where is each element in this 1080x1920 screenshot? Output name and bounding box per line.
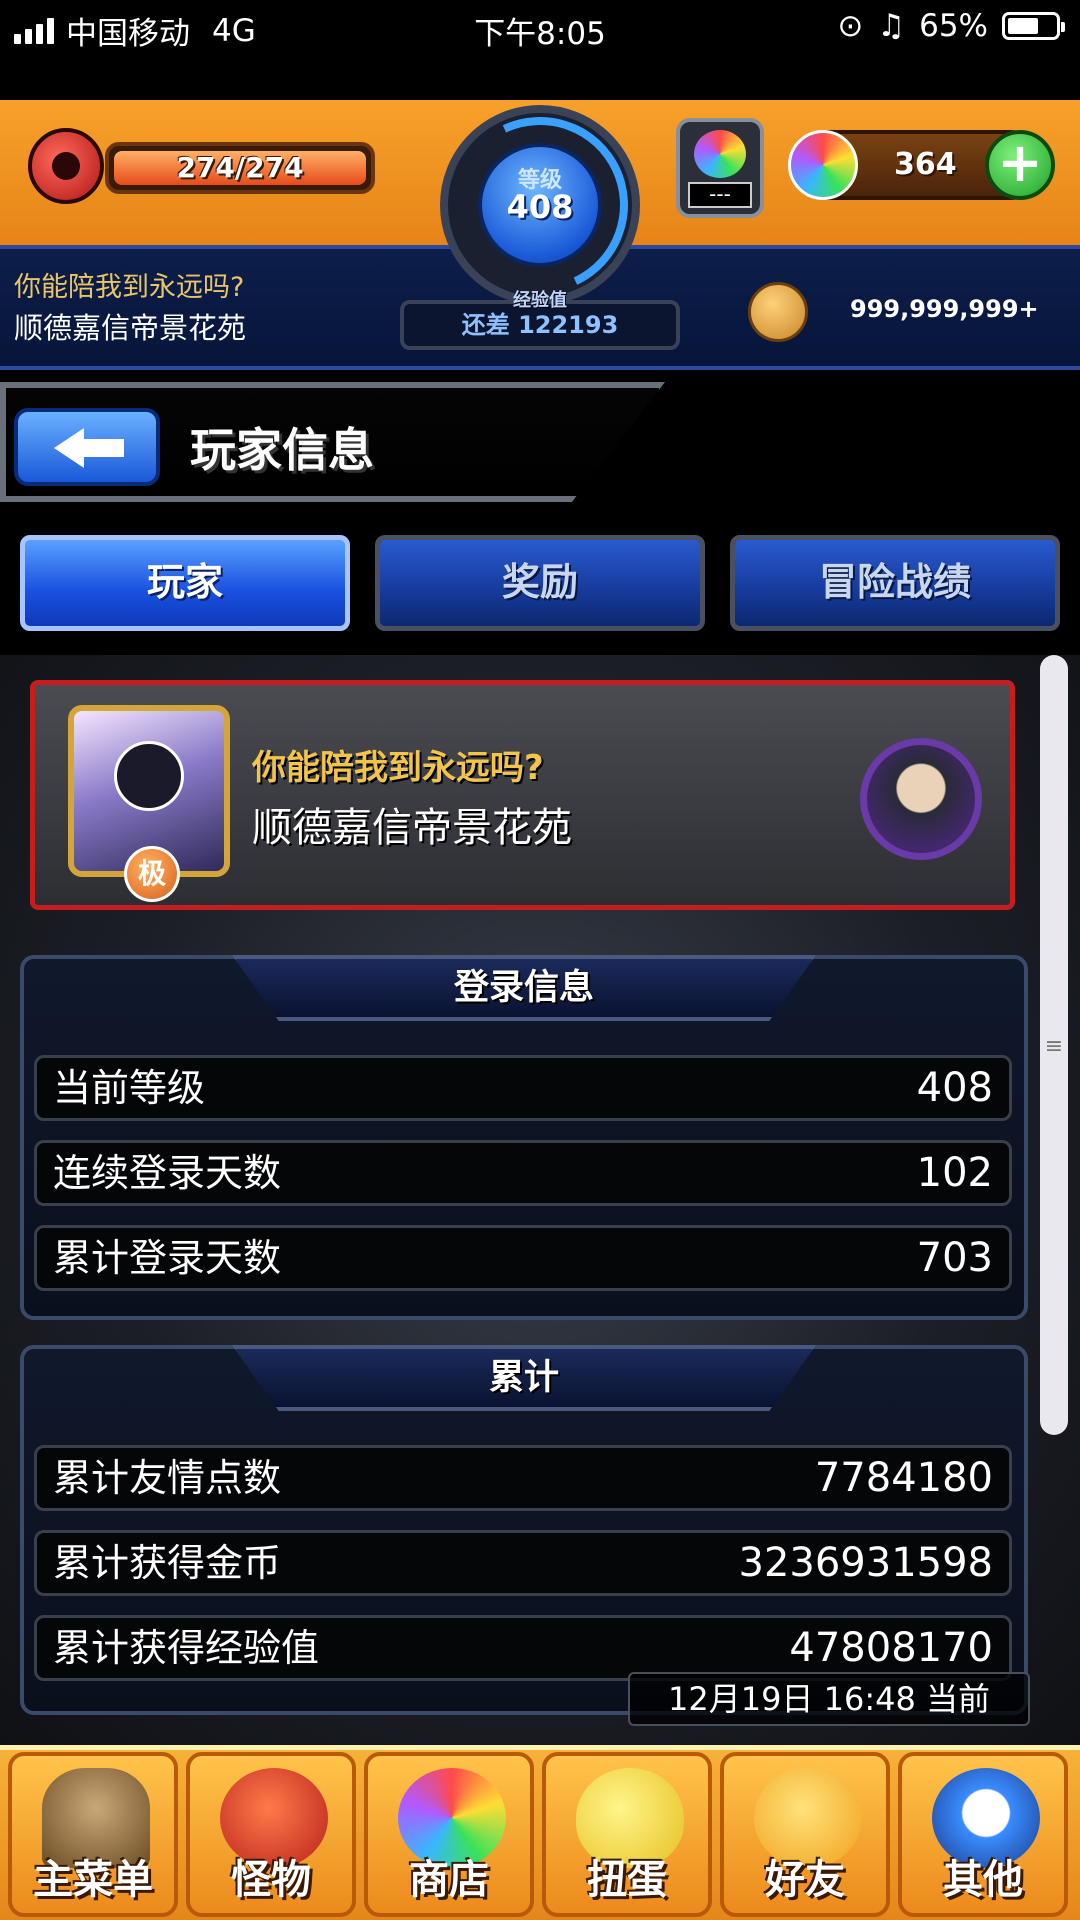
status-right: ⊙ ♫ 65% <box>837 8 1065 44</box>
orb-slot[interactable]: --- <box>676 118 764 218</box>
nav-label: 其他 <box>943 1857 1023 1903</box>
hud-player-name: 顺德嘉信帝景花苑 <box>14 311 247 345</box>
favorite-character-portrait[interactable] <box>860 738 982 860</box>
stat-value: 102 <box>916 1150 993 1196</box>
timestamp: 12月19日 16:48 当前 <box>628 1672 1030 1726</box>
totals-title: 累计 <box>232 1345 816 1411</box>
exp-label: 经验值 <box>513 290 567 311</box>
stat-value: 703 <box>916 1235 993 1281</box>
exp-box: 经验值 还差 122193 <box>400 290 680 350</box>
player-name: 顺德嘉信帝景花苑 <box>252 805 572 851</box>
rainbow-orb-icon <box>694 130 746 178</box>
scroll-handle[interactable]: ≡ <box>1044 1022 1064 1072</box>
nav-label: 好友 <box>765 1857 845 1903</box>
buy-orbs-button[interactable]: + <box>985 130 1055 200</box>
nav-other[interactable]: 其他 <box>898 1752 1068 1917</box>
stat-label: 累计获得经验值 <box>53 1626 320 1670</box>
stat-row: 连续登录天数 102 <box>34 1140 1012 1206</box>
stat-label: 连续登录天数 <box>53 1151 282 1195</box>
stat-value: 47808170 <box>789 1625 993 1671</box>
orb-icon <box>788 130 858 200</box>
stat-value: 7784180 <box>814 1455 993 1501</box>
page-title: 玩家信息 <box>190 423 374 477</box>
stamina-icon <box>28 128 104 204</box>
nav-label: 扭蛋 <box>587 1857 667 1903</box>
stat-row: 累计登录天数 703 <box>34 1225 1012 1291</box>
nav-label: 商店 <box>409 1857 489 1903</box>
stamina-bar[interactable]: 274/274 <box>105 142 375 194</box>
stat-label: 累计友情点数 <box>53 1456 282 1500</box>
coin-icon <box>748 282 808 342</box>
nav-label: 怪物 <box>231 1857 311 1903</box>
stat-row: 累计获得金币 3236931598 <box>34 1530 1012 1596</box>
battery-text: 65% <box>919 8 988 44</box>
tab-rewards[interactable]: 奖励 <box>375 535 705 631</box>
status-bar: 中国移动 4G 下午8:05 ⊙ ♫ 65% <box>0 0 1080 100</box>
rank-badge: 极 <box>124 846 180 902</box>
battery-icon <box>1002 12 1065 40</box>
stat-row: 当前等级 408 <box>34 1055 1012 1121</box>
level-value: 408 <box>506 188 574 226</box>
stat-value: 408 <box>916 1065 993 1111</box>
player-motto: 你能陪我到永远吗? <box>252 748 544 788</box>
login-info-title: 登录信息 <box>232 955 816 1021</box>
stat-label: 累计获得金币 <box>53 1541 282 1585</box>
orb-slot-text: --- <box>688 182 752 208</box>
nav-gacha[interactable]: 扭蛋 <box>542 1752 712 1917</box>
nav-main-menu[interactable]: 主菜单 <box>8 1752 178 1917</box>
stat-value: 3236931598 <box>738 1540 994 1586</box>
rotation-lock-icon: ⊙ <box>837 8 864 44</box>
headphones-icon: ♫ <box>877 8 906 44</box>
hud-motto: 你能陪我到永远吗? <box>14 272 245 303</box>
stamina-text: 274/274 <box>176 151 304 184</box>
avatar-art <box>114 741 184 811</box>
coin-count: 999,999,999+ <box>850 295 1039 323</box>
nav-label: 主菜单 <box>33 1857 153 1903</box>
nav-shop[interactable]: 商店 <box>364 1752 534 1917</box>
back-button[interactable] <box>14 408 160 486</box>
orb-count: 364 <box>894 147 957 182</box>
hud-bar: 274/274 等级 408 经验值 还差 122193 --- 364 + 你… <box>0 92 1080 370</box>
stat-label: 当前等级 <box>53 1066 206 1110</box>
tab-player[interactable]: 玩家 <box>20 535 350 631</box>
nav-monsters[interactable]: 怪物 <box>186 1752 356 1917</box>
stat-row: 累计友情点数 7784180 <box>34 1445 1012 1511</box>
nav-friends[interactable]: 好友 <box>720 1752 890 1917</box>
stat-label: 累计登录天数 <box>53 1236 282 1280</box>
tab-adventure-record[interactable]: 冒险战绩 <box>730 535 1060 631</box>
